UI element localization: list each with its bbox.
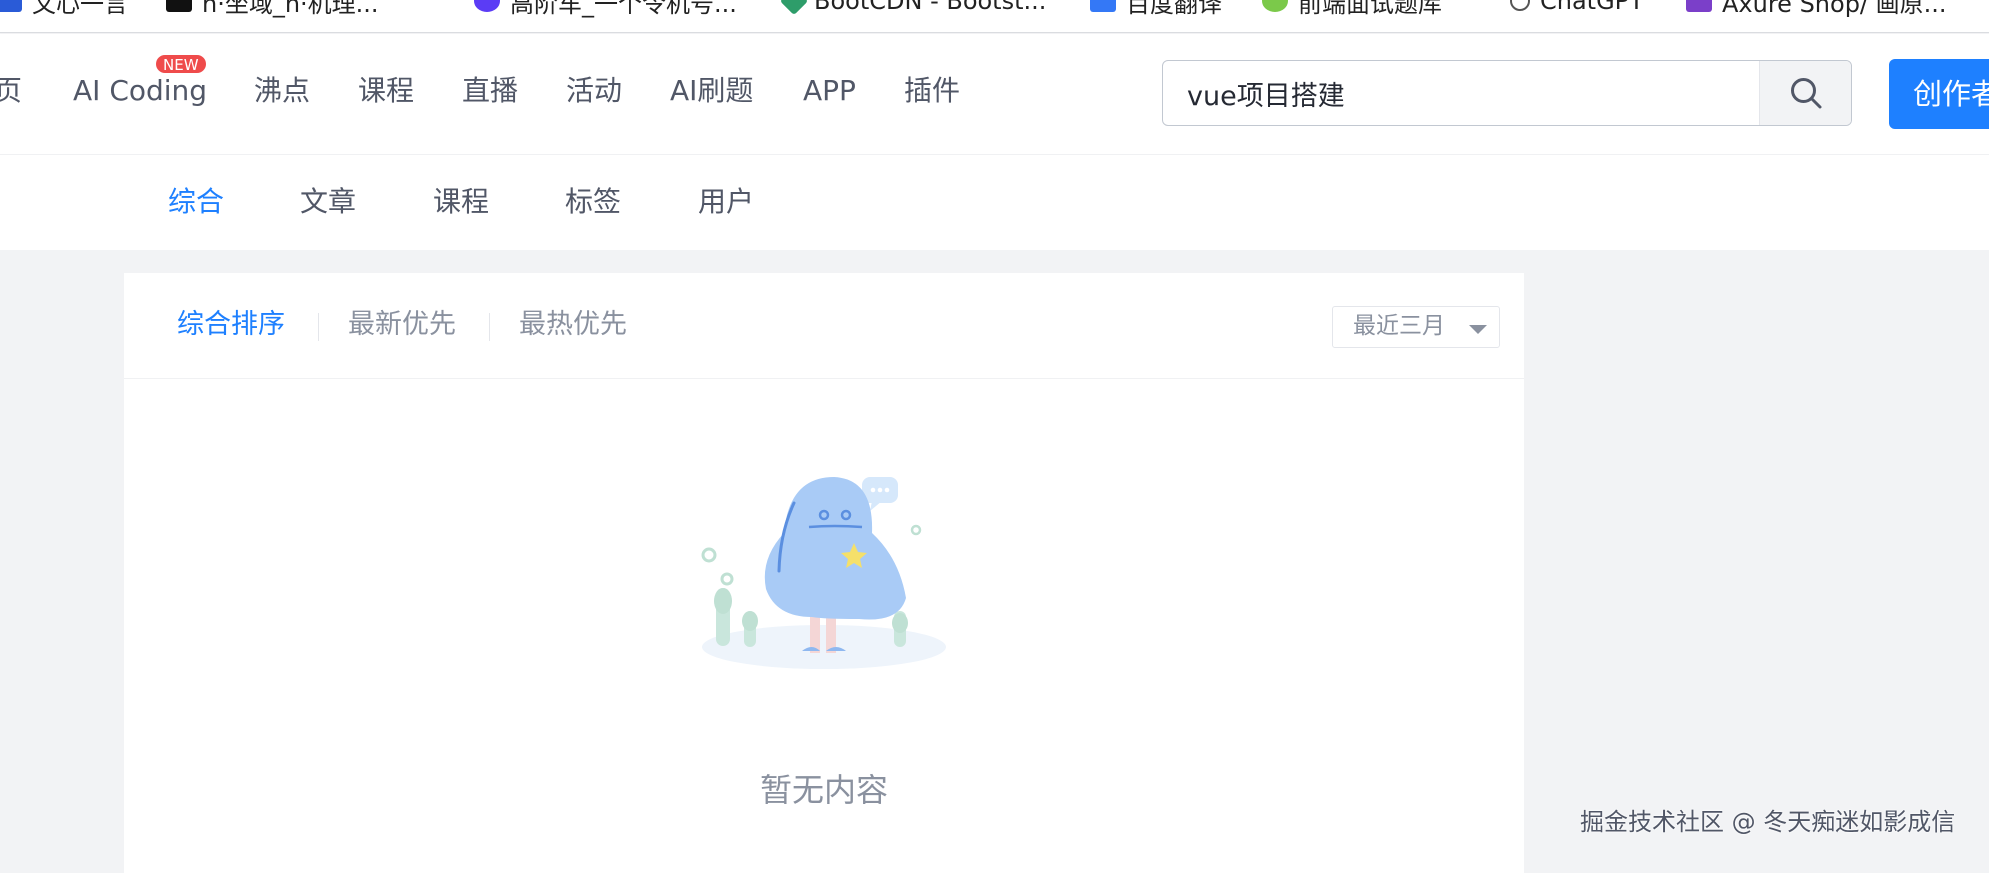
search-box xyxy=(1162,60,1852,126)
sort-bar: 综合排序 最新优先 最热优先 最近三月 xyxy=(124,273,1524,379)
divider xyxy=(318,313,319,341)
bookmark-2[interactable]: 高阶车_一个令机号... xyxy=(474,0,737,18)
bookmark-favicon-icon xyxy=(0,0,22,12)
search-input[interactable] xyxy=(1163,61,1759,125)
bookmark-favicon-icon xyxy=(166,0,192,12)
bookmarks-bar: 文心一言 n·坐域_n·机理... 高阶车_一个令机号... BootCDN -… xyxy=(0,0,1989,33)
nav-app[interactable]: APP xyxy=(803,77,856,105)
search-button[interactable] xyxy=(1759,61,1851,125)
sort-overall[interactable]: 综合排序 xyxy=(177,311,285,338)
bookmark-favicon-icon xyxy=(1510,0,1530,11)
results-card: 综合排序 最新优先 最热优先 最近三月 暂无内容 xyxy=(124,273,1524,873)
nav-courses[interactable]: 课程 xyxy=(358,77,414,105)
nav-ai-coding[interactable]: AI Coding xyxy=(73,77,207,105)
bookmark-7[interactable]: Axure Shop/ 画原... xyxy=(1686,0,1947,18)
search-icon xyxy=(1790,78,1821,109)
sort-newest[interactable]: 最新优先 xyxy=(348,311,456,338)
bookmark-1[interactable]: n·坐域_n·机理... xyxy=(166,0,379,18)
divider xyxy=(489,313,490,341)
tab-tags[interactable]: 标签 xyxy=(565,188,621,216)
bookmark-5[interactable]: 前端面试题库 xyxy=(1262,0,1442,18)
caret-down-icon xyxy=(1469,325,1487,334)
nav-home[interactable]: 页 xyxy=(0,77,22,105)
creator-center-button[interactable]: 创作者中心 xyxy=(1889,59,1989,129)
nav-ai-quiz[interactable]: AI刷题 xyxy=(670,77,753,105)
nav-plugins[interactable]: 插件 xyxy=(904,77,960,105)
time-range-value: 最近三月 xyxy=(1353,313,1445,339)
nav-pins[interactable]: 沸点 xyxy=(254,77,310,105)
bookmark-favicon-icon xyxy=(779,0,809,16)
bookmark-favicon-icon xyxy=(1090,0,1116,12)
bookmark-3[interactable]: BootCDN - Bootst... xyxy=(779,0,1046,16)
bookmark-0[interactable]: 文心一言 xyxy=(0,0,128,18)
site-header: 页 AI Coding NEW 沸点 课程 直播 活动 AI刷题 APP 插件 … xyxy=(0,34,1989,154)
empty-state-illustration xyxy=(701,477,946,669)
bookmark-favicon-icon xyxy=(474,0,500,12)
time-range-select[interactable]: 最近三月 xyxy=(1332,306,1500,348)
tab-users[interactable]: 用户 xyxy=(698,188,754,216)
tab-all[interactable]: 综合 xyxy=(168,188,224,216)
watermark: 掘金技术社区 @ 冬天痴迷如影成信 xyxy=(1580,808,1956,836)
bookmark-4[interactable]: 百度翻译 xyxy=(1090,0,1222,18)
sort-hottest[interactable]: 最热优先 xyxy=(519,311,627,338)
bookmark-favicon-icon xyxy=(1686,0,1712,12)
nav-live[interactable]: 直播 xyxy=(462,77,518,105)
nav-events[interactable]: 活动 xyxy=(566,77,622,105)
tab-courses[interactable]: 课程 xyxy=(433,188,489,216)
new-badge: NEW xyxy=(155,54,207,74)
search-type-tabs: 综合 文章 课程 标签 用户 xyxy=(0,154,1989,250)
bookmark-favicon-icon xyxy=(1262,0,1288,12)
empty-state-text: 暂无内容 xyxy=(759,771,888,809)
bookmark-6[interactable]: ChatGPT xyxy=(1510,0,1644,16)
tab-articles[interactable]: 文章 xyxy=(300,188,356,216)
